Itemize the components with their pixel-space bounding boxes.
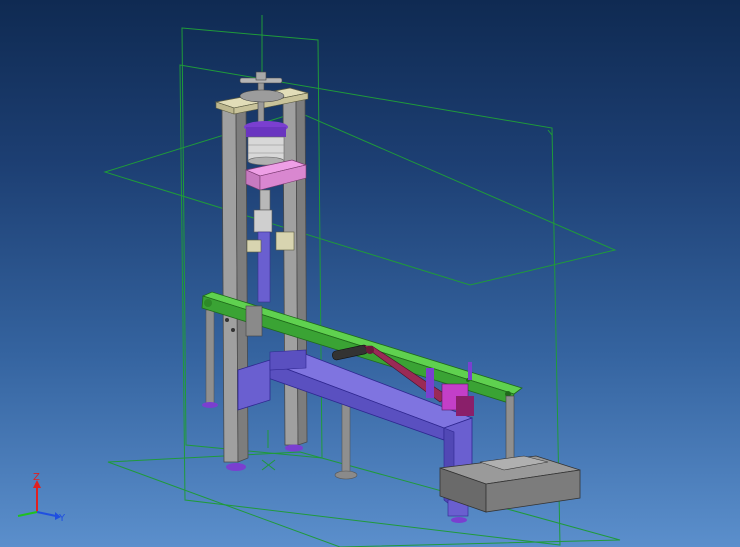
y-axis-label: Y <box>58 513 66 524</box>
chuck-assembly[interactable] <box>244 121 288 166</box>
cad-3d-viewport[interactable]: Z Y <box>0 0 740 547</box>
screw-t-handle[interactable] <box>239 71 285 129</box>
coordinate-triad: Z Y <box>17 472 66 524</box>
assembly-scene[interactable]: Z Y <box>0 0 740 547</box>
origin-marker <box>261 430 276 471</box>
x-axis-arrow <box>17 511 38 517</box>
z-axis-label: Z <box>33 472 40 483</box>
y-axis-arrow <box>36 511 57 517</box>
